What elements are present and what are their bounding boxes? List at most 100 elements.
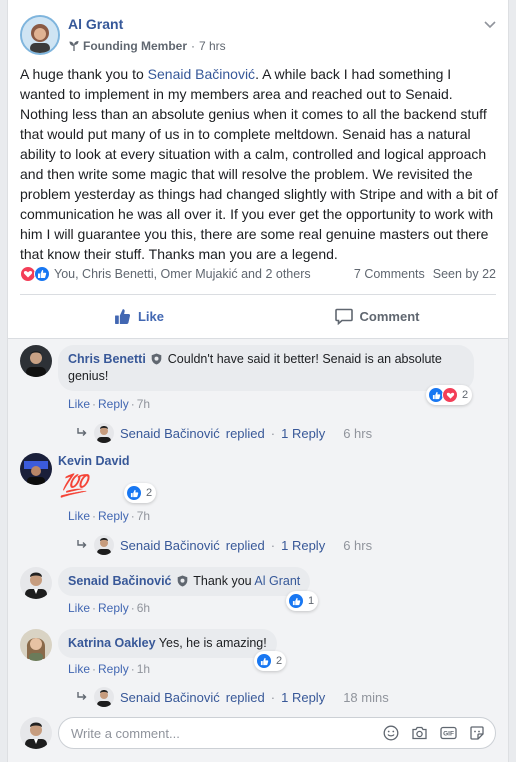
- comment-like-link[interactable]: Like: [68, 662, 90, 676]
- reply-count: 1 Reply: [281, 689, 326, 705]
- commenter-name[interactable]: Kevin David: [58, 454, 130, 468]
- author-avatar[interactable]: [20, 15, 60, 55]
- reply-time: 6 hrs: [343, 537, 373, 553]
- reply-count: 1 Reply: [281, 425, 326, 441]
- reply-arrow-icon: [77, 428, 87, 436]
- author-name[interactable]: Al Grant: [68, 16, 123, 32]
- comment-reply-link[interactable]: Reply: [98, 509, 129, 523]
- comment-button[interactable]: Comment: [258, 300, 496, 332]
- comment-reply-link[interactable]: Reply: [98, 662, 129, 676]
- comment-reactions[interactable]: 2: [254, 651, 287, 671]
- emoji-icon[interactable]: [383, 725, 399, 741]
- like-reaction-icon: [126, 485, 142, 501]
- comment-like-link[interactable]: Like: [68, 601, 90, 615]
- comment-mention[interactable]: Al Grant: [254, 574, 300, 588]
- comment-time[interactable]: 6h: [137, 601, 150, 615]
- moderator-shield-icon: [151, 353, 162, 365]
- comment-actions: Like · Reply · 6h: [68, 601, 151, 615]
- reaction-count: 1: [308, 595, 315, 607]
- seen-count[interactable]: Seen by 22: [433, 267, 496, 281]
- post-meta: Founding Member · 7 hrs: [68, 39, 226, 53]
- comment-text: Yes, he is amazing!: [158, 636, 267, 650]
- moderator-shield-icon: [177, 575, 188, 587]
- post-text-rest: . A while back I had something I wanted …: [20, 66, 498, 262]
- commenter-name[interactable]: Katrina Oakley: [68, 636, 156, 650]
- comment-bubble-icon: [334, 308, 353, 325]
- commenter-avatar[interactable]: [20, 345, 52, 377]
- reaction-count: 2: [276, 655, 283, 667]
- member-badge: Founding Member: [83, 39, 187, 53]
- reply-avatar: [94, 423, 114, 443]
- like-reaction-icon: [288, 593, 304, 609]
- commenter-name[interactable]: Chris Benetti: [68, 352, 146, 366]
- gif-icon[interactable]: GIF: [440, 725, 457, 741]
- replied-word: replied: [225, 537, 265, 553]
- comment-like-link[interactable]: Like: [68, 509, 90, 523]
- comment-time[interactable]: 1h: [137, 662, 150, 676]
- commenter-name[interactable]: Senaid Bačinović: [68, 574, 172, 588]
- commenter-avatar[interactable]: [20, 629, 52, 661]
- comment-time[interactable]: 7h: [137, 397, 150, 411]
- comment-time[interactable]: 7h: [137, 509, 150, 523]
- reply-avatar: [94, 535, 114, 555]
- reply-time: 6 hrs: [343, 425, 373, 441]
- reply-avatar: [94, 687, 114, 707]
- replies-summary[interactable]: Senaid Bačinović replied · 1 Reply 6 hrs: [76, 423, 372, 443]
- comment-actions: Like · Reply · 1h: [68, 662, 151, 676]
- reply-arrow-icon: [77, 692, 87, 700]
- comment-bubble: Chris Benetti Couldn't have said it bett…: [58, 345, 474, 391]
- sprout-icon: [69, 41, 79, 51]
- post-time[interactable]: 7 hrs: [199, 39, 226, 53]
- composer-icons: GIF: [383, 725, 485, 741]
- reply-time: 18 mins: [343, 689, 389, 705]
- reaction-count: 2: [462, 389, 469, 401]
- like-reaction-icon: [256, 653, 272, 669]
- reply-author: Senaid Bačinović: [120, 425, 220, 441]
- replies-summary[interactable]: Senaid Bačinović replied · 1 Reply 18 mi…: [76, 687, 389, 707]
- replied-word: replied: [225, 425, 265, 441]
- comment-actions: Like · Reply · 7h: [68, 397, 151, 411]
- post-mention[interactable]: Senaid Bačinović: [148, 66, 255, 82]
- comments-count[interactable]: 7 Comments: [354, 267, 425, 281]
- stats-right: 7 Comments Seen by 22: [354, 267, 496, 281]
- commenter-avatar[interactable]: [20, 453, 52, 485]
- post-text-start: A huge thank you to: [20, 66, 148, 82]
- love-reaction-icon: [442, 387, 458, 403]
- comment-reply-link[interactable]: Reply: [98, 601, 129, 615]
- comment-bubble: Senaid Bačinović Thank you Al Grant: [58, 567, 311, 596]
- reaction-stats: You, Chris Benetti, Omer Mujakić and 2 o…: [20, 264, 496, 284]
- sticker-icon[interactable]: [469, 725, 485, 741]
- like-reaction-icon: [34, 266, 50, 282]
- reply-author: Senaid Bačinović: [120, 689, 220, 705]
- camera-icon[interactable]: [411, 725, 428, 741]
- comments-section: Chris Benetti Couldn't have said it bett…: [8, 338, 508, 762]
- svg-text:GIF: GIF: [443, 731, 454, 738]
- post-body: A huge thank you to Senaid Bačinović. A …: [20, 64, 498, 264]
- replies-summary[interactable]: Senaid Bačinović replied · 1 Reply 6 hrs: [76, 535, 372, 555]
- reactors-text[interactable]: You, Chris Benetti, Omer Mujakić and 2 o…: [54, 267, 311, 281]
- comment-actions: Like · Reply · 7h: [68, 509, 151, 523]
- comment-reactions[interactable]: 2: [426, 385, 473, 405]
- comment-like-link[interactable]: Like: [68, 397, 90, 411]
- comment-bubble: Katrina Oakley Yes, he is amazing!: [58, 629, 277, 658]
- like-button-label: Like: [137, 308, 164, 324]
- comment-reply-link[interactable]: Reply: [98, 397, 129, 411]
- chevron-down-icon[interactable]: [484, 16, 496, 32]
- commenter-avatar[interactable]: [20, 567, 52, 599]
- post-header: Al Grant Founding Member · 7 hrs: [20, 12, 496, 58]
- like-button[interactable]: Like: [20, 300, 258, 332]
- comment-text: Thank you: [193, 574, 255, 588]
- divider: [20, 294, 496, 295]
- comment-input[interactable]: [71, 725, 371, 741]
- current-user-avatar: [20, 717, 52, 749]
- comment-reactions[interactable]: 1: [286, 591, 319, 611]
- replied-word: replied: [225, 689, 265, 705]
- reply-count: 1 Reply: [281, 537, 326, 553]
- reaction-icons[interactable]: [20, 266, 50, 282]
- comment-composer: GIF: [58, 717, 496, 749]
- comment-reactions[interactable]: 2: [124, 483, 157, 503]
- reply-author: Senaid Bačinović: [120, 537, 220, 553]
- reaction-count: 2: [146, 487, 153, 499]
- hundred-emoji: 💯: [60, 473, 87, 498]
- commenter-name-plain: Kevin David: [58, 454, 130, 468]
